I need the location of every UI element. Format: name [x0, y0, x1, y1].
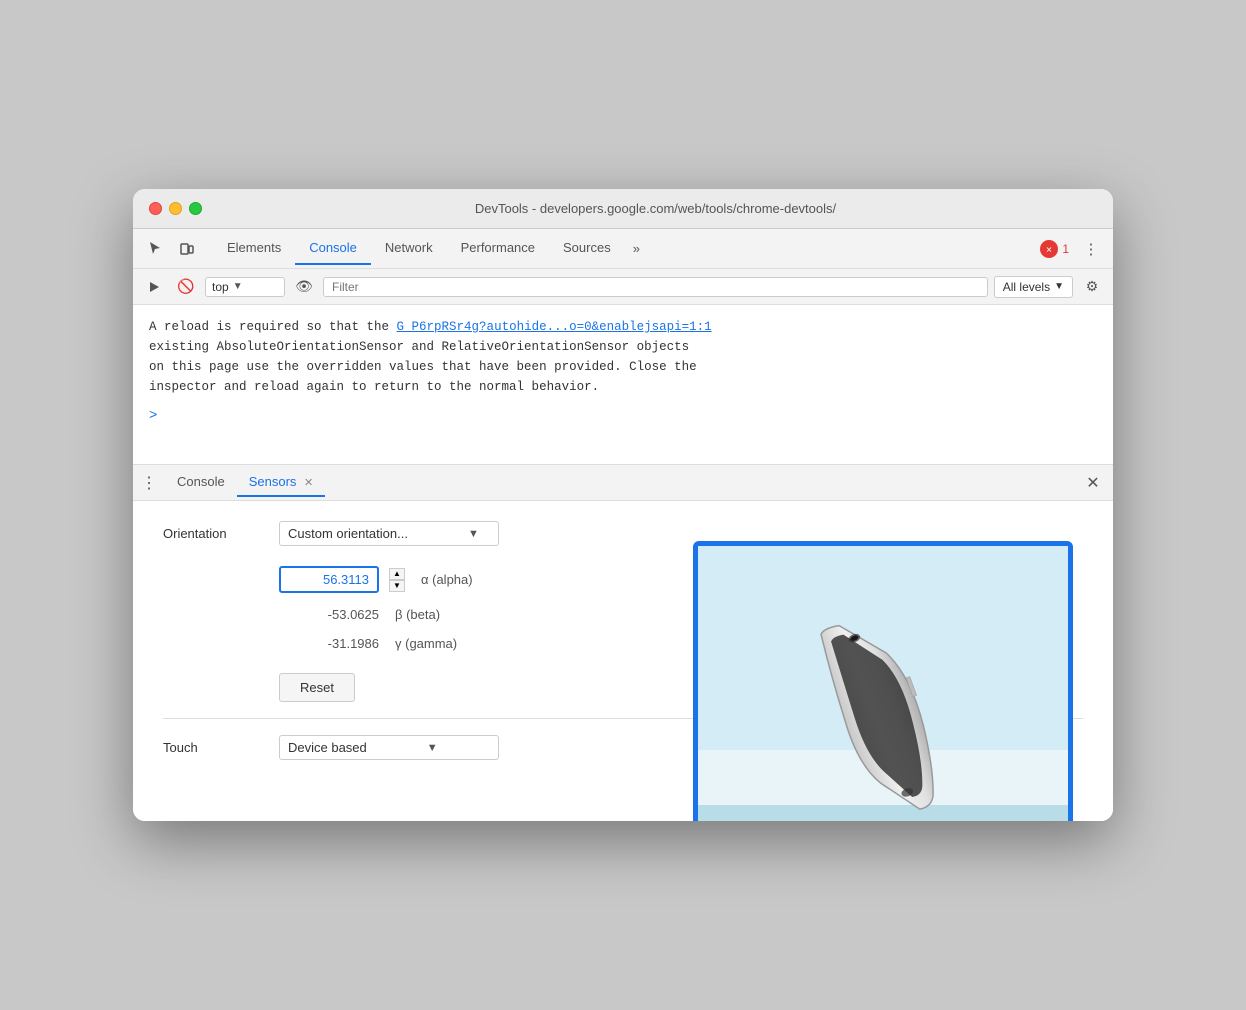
context-value: top — [212, 280, 229, 294]
cursor-icon-btn[interactable] — [141, 235, 169, 263]
error-count: 1 — [1062, 242, 1069, 256]
sensors-tab-close[interactable]: ✕ — [304, 477, 313, 489]
error-badge: ✕ — [1040, 240, 1058, 258]
panel-close-btn[interactable]: ✕ — [1081, 471, 1105, 495]
phone-viz — [698, 546, 1068, 821]
alpha-spinner-down[interactable]: ▼ — [389, 580, 405, 592]
maximize-traffic-light[interactable] — [189, 202, 202, 215]
log-levels-btn[interactable]: All levels ▼ — [994, 276, 1073, 298]
devtools-toolbar: Elements Console Network Performance Sou… — [133, 229, 1113, 269]
sensors-panel: Orientation Custom orientation... ▼ ▲ ▼ … — [133, 501, 1113, 821]
message-part1: A reload is required so that the — [149, 320, 397, 334]
context-selector[interactable]: top ▼ — [205, 277, 285, 297]
orientation-dropdown-value: Custom orientation... — [288, 526, 408, 541]
touch-dropdown[interactable]: Device based ▼ — [279, 735, 499, 760]
tab-sources[interactable]: Sources — [549, 232, 625, 265]
log-levels-label: All levels — [1003, 280, 1050, 294]
alpha-spinner-up[interactable]: ▲ — [389, 568, 405, 580]
svg-text:✕: ✕ — [1046, 245, 1053, 254]
bottom-tab-sensors[interactable]: Sensors ✕ — [237, 468, 326, 497]
filter-bar: 🚫 top ▼ 👁 All levels ▼ ⚙ — [133, 269, 1113, 305]
toolbar-icons — [141, 235, 201, 263]
block-requests-btn[interactable]: 🚫 — [173, 274, 199, 300]
run-scripts-btn[interactable] — [141, 274, 167, 300]
bottom-menu-icon[interactable]: ⋮ — [141, 473, 157, 493]
message-part4: inspector and reload again to return to … — [149, 380, 599, 394]
alpha-spinner: ▲ ▼ — [389, 568, 405, 592]
traffic-lights — [149, 202, 202, 215]
console-settings-btn[interactable]: ⚙ — [1079, 274, 1105, 300]
devtools-window: DevTools - developers.google.com/web/too… — [133, 189, 1113, 821]
more-tabs-btn[interactable]: » — [625, 233, 648, 264]
beta-label: β (beta) — [395, 607, 495, 622]
tab-network[interactable]: Network — [371, 232, 447, 265]
devtools-menu-btn[interactable]: ⋮ — [1077, 235, 1105, 263]
eye-icon-btn[interactable]: 👁 — [291, 274, 317, 300]
console-prompt[interactable]: > — [149, 405, 1097, 427]
toolbar-right: ✕ 1 ⋮ — [1040, 235, 1105, 263]
console-message: A reload is required so that the G_P6rpR… — [149, 317, 1097, 397]
device-icon-btn[interactable] — [173, 235, 201, 263]
bottom-tab-console[interactable]: Console — [165, 468, 237, 497]
filter-input[interactable] — [332, 280, 979, 294]
alpha-input[interactable] — [279, 566, 379, 593]
console-output: A reload is required so that the G_P6rpR… — [133, 305, 1113, 465]
orientation-dropdown[interactable]: Custom orientation... ▼ — [279, 521, 499, 546]
tab-elements[interactable]: Elements — [213, 232, 295, 265]
touch-dropdown-value: Device based — [288, 740, 367, 755]
error-area: ✕ 1 — [1040, 240, 1069, 258]
context-arrow: ▼ — [233, 281, 243, 292]
reset-button[interactable]: Reset — [279, 673, 355, 702]
orientation-label: Orientation — [163, 526, 263, 541]
gamma-value: -31.1986 — [279, 636, 379, 651]
gamma-label: γ (gamma) — [395, 636, 495, 651]
touch-dropdown-arrow: ▼ — [427, 742, 438, 754]
log-levels-arrow: ▼ — [1054, 281, 1064, 292]
alpha-label: α (alpha) — [421, 572, 521, 587]
main-tab-bar: Elements Console Network Performance Sou… — [213, 232, 1036, 265]
phone-visualization-overlay — [693, 541, 1073, 821]
orientation-dropdown-arrow: ▼ — [468, 528, 479, 540]
touch-label: Touch — [163, 740, 263, 755]
message-part3: on this page use the overridden values t… — [149, 360, 697, 374]
filter-input-wrap[interactable] — [323, 277, 988, 297]
title-bar: DevTools - developers.google.com/web/too… — [133, 189, 1113, 229]
bottom-tab-bar: ⋮ Console Sensors ✕ ✕ — [133, 465, 1113, 501]
minimize-traffic-light[interactable] — [169, 202, 182, 215]
window-title: DevTools - developers.google.com/web/too… — [214, 201, 1097, 216]
tab-console[interactable]: Console — [295, 232, 371, 265]
console-link[interactable]: G_P6rpRSr4g?autohide...o=0&enablejsapi=1… — [397, 320, 712, 334]
sensors-tab-label: Sensors — [249, 474, 297, 489]
bottom-panel: ⋮ Console Sensors ✕ ✕ Orientation Custom… — [133, 465, 1113, 821]
tab-performance[interactable]: Performance — [447, 232, 549, 265]
message-part2: existing AbsoluteOrientationSensor and R… — [149, 340, 689, 354]
close-traffic-light[interactable] — [149, 202, 162, 215]
beta-value: -53.0625 — [279, 607, 379, 622]
